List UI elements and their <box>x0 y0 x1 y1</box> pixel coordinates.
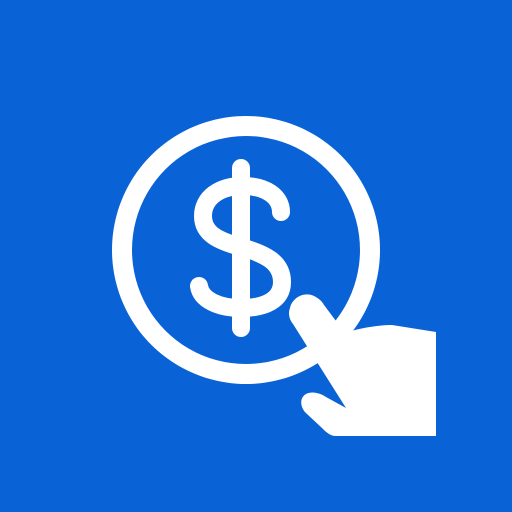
app-icon <box>0 0 512 512</box>
app-icon-graphic <box>0 0 512 512</box>
